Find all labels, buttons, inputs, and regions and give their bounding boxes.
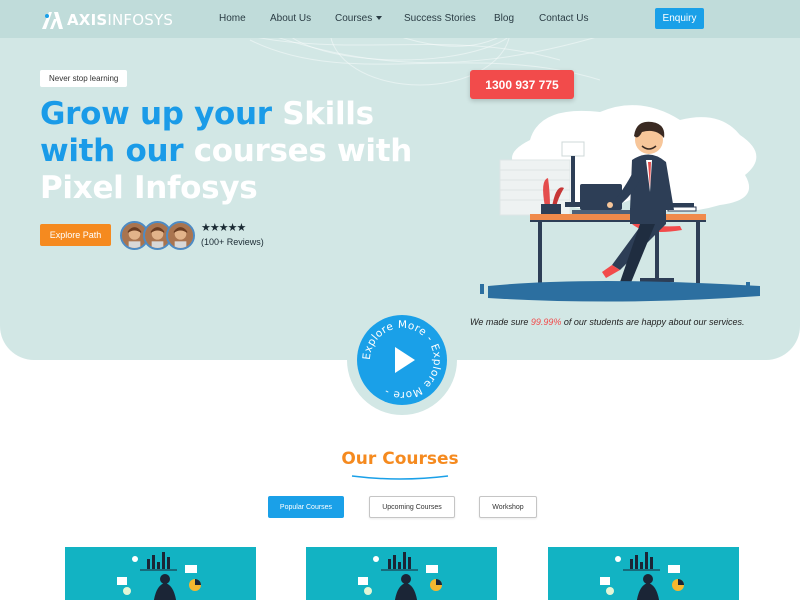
nav-about-us[interactable]: About Us <box>270 13 311 24</box>
enquiry-button[interactable]: Enquiry <box>655 8 704 29</box>
course-thumbnail <box>306 547 497 600</box>
headline-part-5: Pixel Infosys <box>40 170 258 206</box>
play-icon <box>395 347 415 373</box>
logo-icon <box>42 12 63 29</box>
office-worker-illustration <box>480 105 760 302</box>
explore-more-graphic: Explore More - Explore More - <box>361 319 443 401</box>
nav-home[interactable]: Home <box>219 13 246 24</box>
headline-part-2: Skills <box>282 96 374 132</box>
star-rating-icon: ★★★★★ <box>201 222 246 234</box>
nav-success-stories[interactable]: Success Stories <box>404 13 476 24</box>
title-underline-decoration <box>351 475 449 480</box>
headline-part-4: courses with <box>193 133 413 169</box>
explore-path-button[interactable]: Explore Path <box>40 224 111 246</box>
courses-section-title: Our Courses <box>341 449 459 469</box>
avatar <box>166 221 195 250</box>
course-card[interactable] <box>306 547 497 600</box>
phone-number-button[interactable]: 1300 937 775 <box>470 70 574 99</box>
tab-workshop[interactable]: Workshop <box>479 496 537 518</box>
course-card[interactable] <box>65 547 256 600</box>
tab-popular-courses[interactable]: Popular Courses <box>268 496 344 518</box>
headline-part-3: with our <box>40 133 194 169</box>
nav-blog[interactable]: Blog <box>494 13 514 24</box>
student-face-icon <box>168 223 193 248</box>
page: AXISINFOSYS Home About Us Courses Succes… <box>0 0 800 600</box>
brand-name-bold: AXIS <box>67 11 108 29</box>
nav-courses-label: Courses <box>335 13 373 24</box>
hero-headline: Grow up your Skills with our courses wit… <box>40 96 460 207</box>
course-card[interactable] <box>548 547 739 600</box>
reviews-count: (100+ Reviews) <box>201 237 264 247</box>
caret-down-icon <box>376 16 383 21</box>
brand-name-light: INFOSYS <box>107 11 174 29</box>
headline-part-1: Grow up your <box>40 96 283 132</box>
brand-logo[interactable]: AXISINFOSYS <box>40 9 173 31</box>
tagline-badge: Never stop learning <box>40 70 128 87</box>
satisfaction-percentage: 99.99% <box>530 317 562 327</box>
course-thumbnail <box>548 547 739 600</box>
explore-more-button[interactable]: Explore More - Explore More - <box>357 315 447 405</box>
satisfaction-note: We made sure 99.99% of our students are … <box>470 317 745 327</box>
student-avatars <box>120 221 195 250</box>
nav-contact-us[interactable]: Contact Us <box>539 13 588 24</box>
tab-upcoming-courses[interactable]: Upcoming Courses <box>369 496 455 518</box>
course-thumbnail <box>65 547 256 600</box>
top-navbar: AXISINFOSYS Home About Us Courses Succes… <box>0 0 800 38</box>
note-text-start: We made sure <box>470 317 531 327</box>
nav-courses[interactable]: Courses <box>335 13 383 24</box>
note-text-end: of our students are happy about our serv… <box>561 317 745 327</box>
